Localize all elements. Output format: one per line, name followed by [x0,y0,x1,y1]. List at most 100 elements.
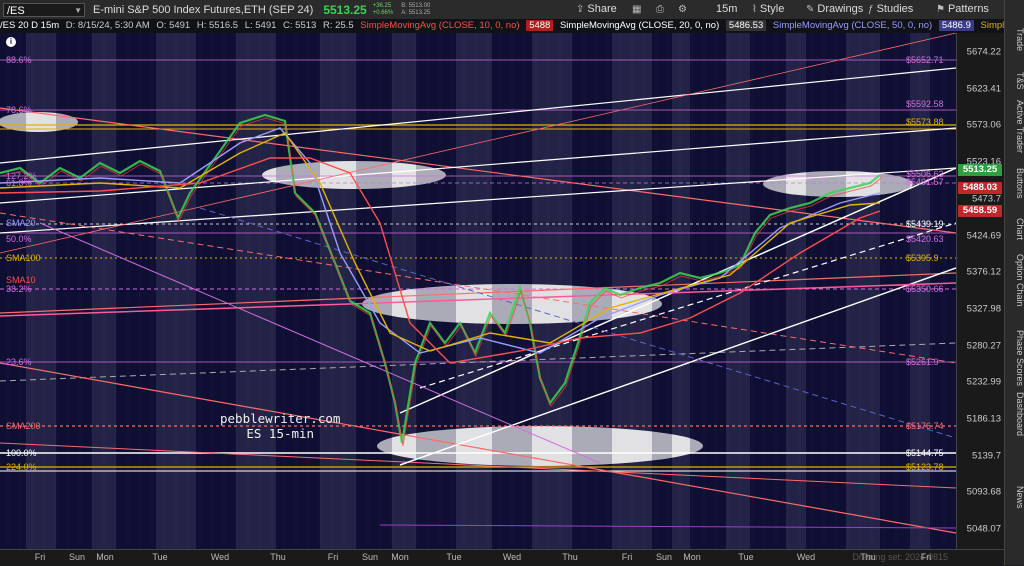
bar-open: O: 5491 [156,20,191,31]
level-label-left: SMA100 [6,253,41,263]
sma20-value: 5486.53 [725,20,767,31]
sidebar-tab-t-s[interactable]: T&S [1005,72,1024,90]
timeframe-label: 15m [716,3,738,15]
layout-grid-button[interactable]: ▦ [632,2,644,17]
sma-more-label[interactable]: Simple... [981,20,1004,31]
print-icon: ⎙ [656,4,664,15]
chart-period: /ES 20 D 15m [0,20,60,31]
sma20-label[interactable]: SimpleMovingAvg (CLOSE, 20, 0, no) [560,20,719,31]
sidebar-tab-trade[interactable]: Trade [1005,28,1024,51]
print-button[interactable]: ⎙ [656,2,667,17]
net-change: +36.25 [372,2,392,9]
level-label-right: $5261.9 [906,357,939,367]
time-tick-label: Thu [270,552,286,562]
share-button[interactable]: ⇪ Share [576,2,617,17]
pencil-icon: ✎ [806,4,815,15]
sidebar-tab-news[interactable]: News [1005,486,1024,509]
sma10-label[interactable]: SimpleMovingAvg (CLOSE, 10, 0, no) [360,20,519,31]
bar-date: D: 8/15/24, 5:30 AM [65,20,150,31]
bar-low: L: 5491 [244,20,277,31]
share-icon: ⇪ [576,4,585,15]
patterns-icon: ⚑ [936,4,945,15]
price-tag: 5458.59 [958,205,1002,217]
info-circle-icon[interactable]: i [6,37,16,47]
pct-change: +0.66% [372,9,394,16]
chevron-down-icon[interactable]: ▼ [74,4,82,18]
style-label: Style [759,3,785,15]
level-label-right: $5573.88 [906,117,944,127]
sidebar-tab-active-trader[interactable]: Active Trader [1005,100,1024,153]
time-axis[interactable]: Drawing set: 2024-0815 Fri Sun Mon Tue Wed Th… [0,549,1004,566]
price-tick-label: 5424.69 [966,230,1001,241]
level-label-left: 78.6% [6,105,32,115]
level-label-left: 38.2% [6,284,32,294]
price-tick-label: 5093.68 [966,486,1001,498]
level-label-left: 100.0% [6,448,37,458]
symbol-text: /ES [7,4,25,17]
level-label-left: 50.0% [6,234,32,244]
time-tick-label: Tue [152,552,168,562]
price-tick-label: 5623.41 [966,83,1001,95]
style-button[interactable]: ⌇ Style [752,2,784,17]
level-label-left: 224.0% [6,462,37,472]
ask-price: A: 5513.25 [401,9,431,16]
studies-button[interactable]: ƒ Studies [868,2,913,17]
price-tick-label: 5280.27 [966,340,1001,352]
timeframe-button[interactable]: 15m [716,2,737,17]
time-tick-label: Fri [327,552,339,562]
level-label-right: $5176.74 [906,421,944,431]
level-label-right: $5652.71 [906,55,944,65]
level-label-left: SMA200 [6,421,41,431]
time-tick-label: Wed [210,552,230,562]
price-tag: 5513.25 [958,164,1002,176]
sidebar-tab-chart[interactable]: Chart [1005,218,1024,240]
price-tick-label: 5674.22 [966,46,1001,58]
sma50-label[interactable]: SimpleMovingAvg (CLOSE, 50, 0, no) [773,20,932,31]
sidebar-tab-option-chain[interactable]: Option Chain [1005,254,1024,307]
patterns-button[interactable]: ⚑ Patterns [936,2,989,17]
settings-button[interactable]: ⚙ [678,2,690,17]
symbol-input[interactable]: /ES ▼ [3,2,85,18]
level-label-right: $5592.58 [906,99,944,109]
time-tick-label: Fri [621,552,633,562]
drawings-label: Drawings [817,3,864,15]
bar-close: C: 5513 [283,20,317,31]
time-tick-label: Wed [502,552,522,562]
level-label-right: $5123.78 [906,462,944,472]
bar-range: R: 25.5 [322,20,354,31]
time-tick-label: Sun [361,552,379,562]
price-tick-label: 5048.07 [966,523,1001,535]
price-tick-label: 5232.99 [966,376,1001,388]
style-icon: ⌇ [752,4,757,15]
time-tick-label: Tue [738,552,754,562]
last-price: 5513.25 [323,2,367,17]
level-label-right: $5395.9 [906,253,939,263]
sidebar-tab-dashboard[interactable]: Dashboard [1005,392,1024,436]
time-tick-label: Mon [683,552,701,562]
price-tag: 5488.03 [958,182,1002,194]
time-tick-label: Fri [920,552,932,562]
level-label-left: SMA20 [6,218,36,228]
level-label-left: 61.8% [6,178,32,188]
time-tick-label: Wed [796,552,816,562]
time-tick-label: Sun [68,552,86,562]
price-axis[interactable]: 5674.22 5623.41 5573.06 5523.16 5473.7 5424.6… [956,33,1005,549]
time-tick-label: Thu [860,552,876,562]
sidebar-tab-buttons[interactable]: Buttons [1005,168,1024,199]
study-info-bar: /ES 20 D 15m D: 8/15/24, 5:30 AM O: 5491… [0,19,1004,33]
share-label: Share [587,3,617,15]
patterns-label: Patterns [947,3,989,15]
price-tick-label: 5473.7 [971,193,1001,205]
drawings-button[interactable]: ✎ Drawings [806,2,863,17]
time-tick-label: Mon [391,552,409,562]
price-chart[interactable]: i 88.6% 78.6% 127.2% 61.8% SMA20 50.0% SMA100 S… [0,33,956,549]
instrument-title: E-mini S&P 500 Index Futures,ETH (SEP 24… [93,3,314,16]
level-label-left: 88.6% [6,55,32,65]
level-label-right: $5350.66 [906,284,944,294]
sidebar-tab-phase-scores[interactable]: Phase Scores [1005,330,1024,386]
change-stack: +36.25 +0.66% [373,3,394,17]
level-label-right: $5420.63 [906,234,944,244]
price-tick-label: 5573.06 [966,119,1001,131]
grid-icon: ▦ [632,4,642,15]
right-sidebar: Trade T&S Active Trader Buttons Chart Option … [1004,0,1024,565]
